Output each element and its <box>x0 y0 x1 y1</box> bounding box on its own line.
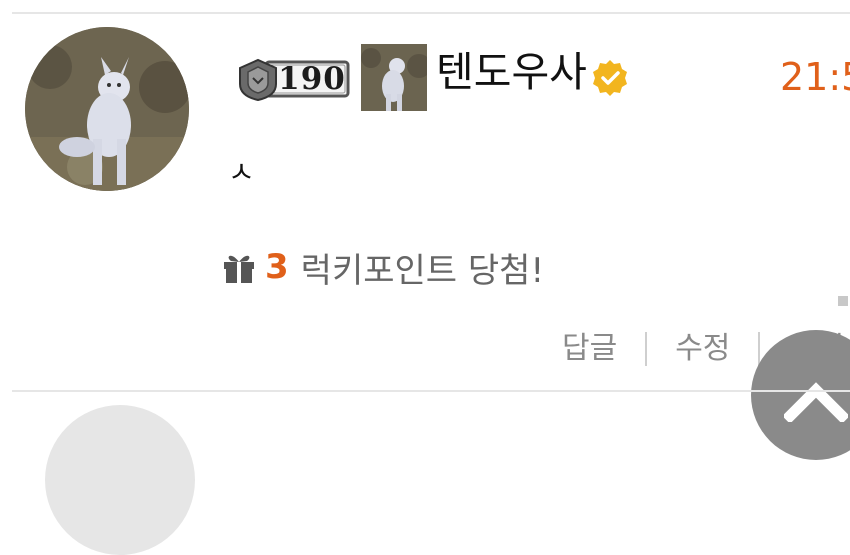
reply-button[interactable]: 답글 <box>562 326 617 372</box>
level-number: 190 <box>278 61 346 97</box>
scroll-indicator <box>838 296 848 306</box>
chevron-up-icon <box>784 382 848 422</box>
comment-timestamp: 21:5 <box>780 55 850 99</box>
user-avatar[interactable] <box>25 27 189 191</box>
lucky-point-count: 3 <box>265 247 289 287</box>
comment-text: ㅅ <box>228 155 255 189</box>
verified-badge-icon <box>591 59 629 97</box>
user-thumbnail <box>361 44 427 111</box>
fox-thumbnail-image <box>361 44 427 111</box>
bottom-divider <box>12 390 850 392</box>
username[interactable]: 텐도우사 <box>436 46 587 98</box>
level-badge: 190 <box>236 56 352 102</box>
action-separator <box>645 332 648 366</box>
top-divider <box>12 12 850 14</box>
next-comment-avatar[interactable] <box>45 405 195 555</box>
lucky-point-notice: 3 럭키포인트 당첨! <box>221 244 545 291</box>
lucky-point-label: 럭키포인트 당첨! <box>300 250 545 291</box>
gift-icon <box>221 249 257 285</box>
edit-button[interactable]: 수정 <box>675 326 730 372</box>
fox-photo <box>25 27 189 191</box>
